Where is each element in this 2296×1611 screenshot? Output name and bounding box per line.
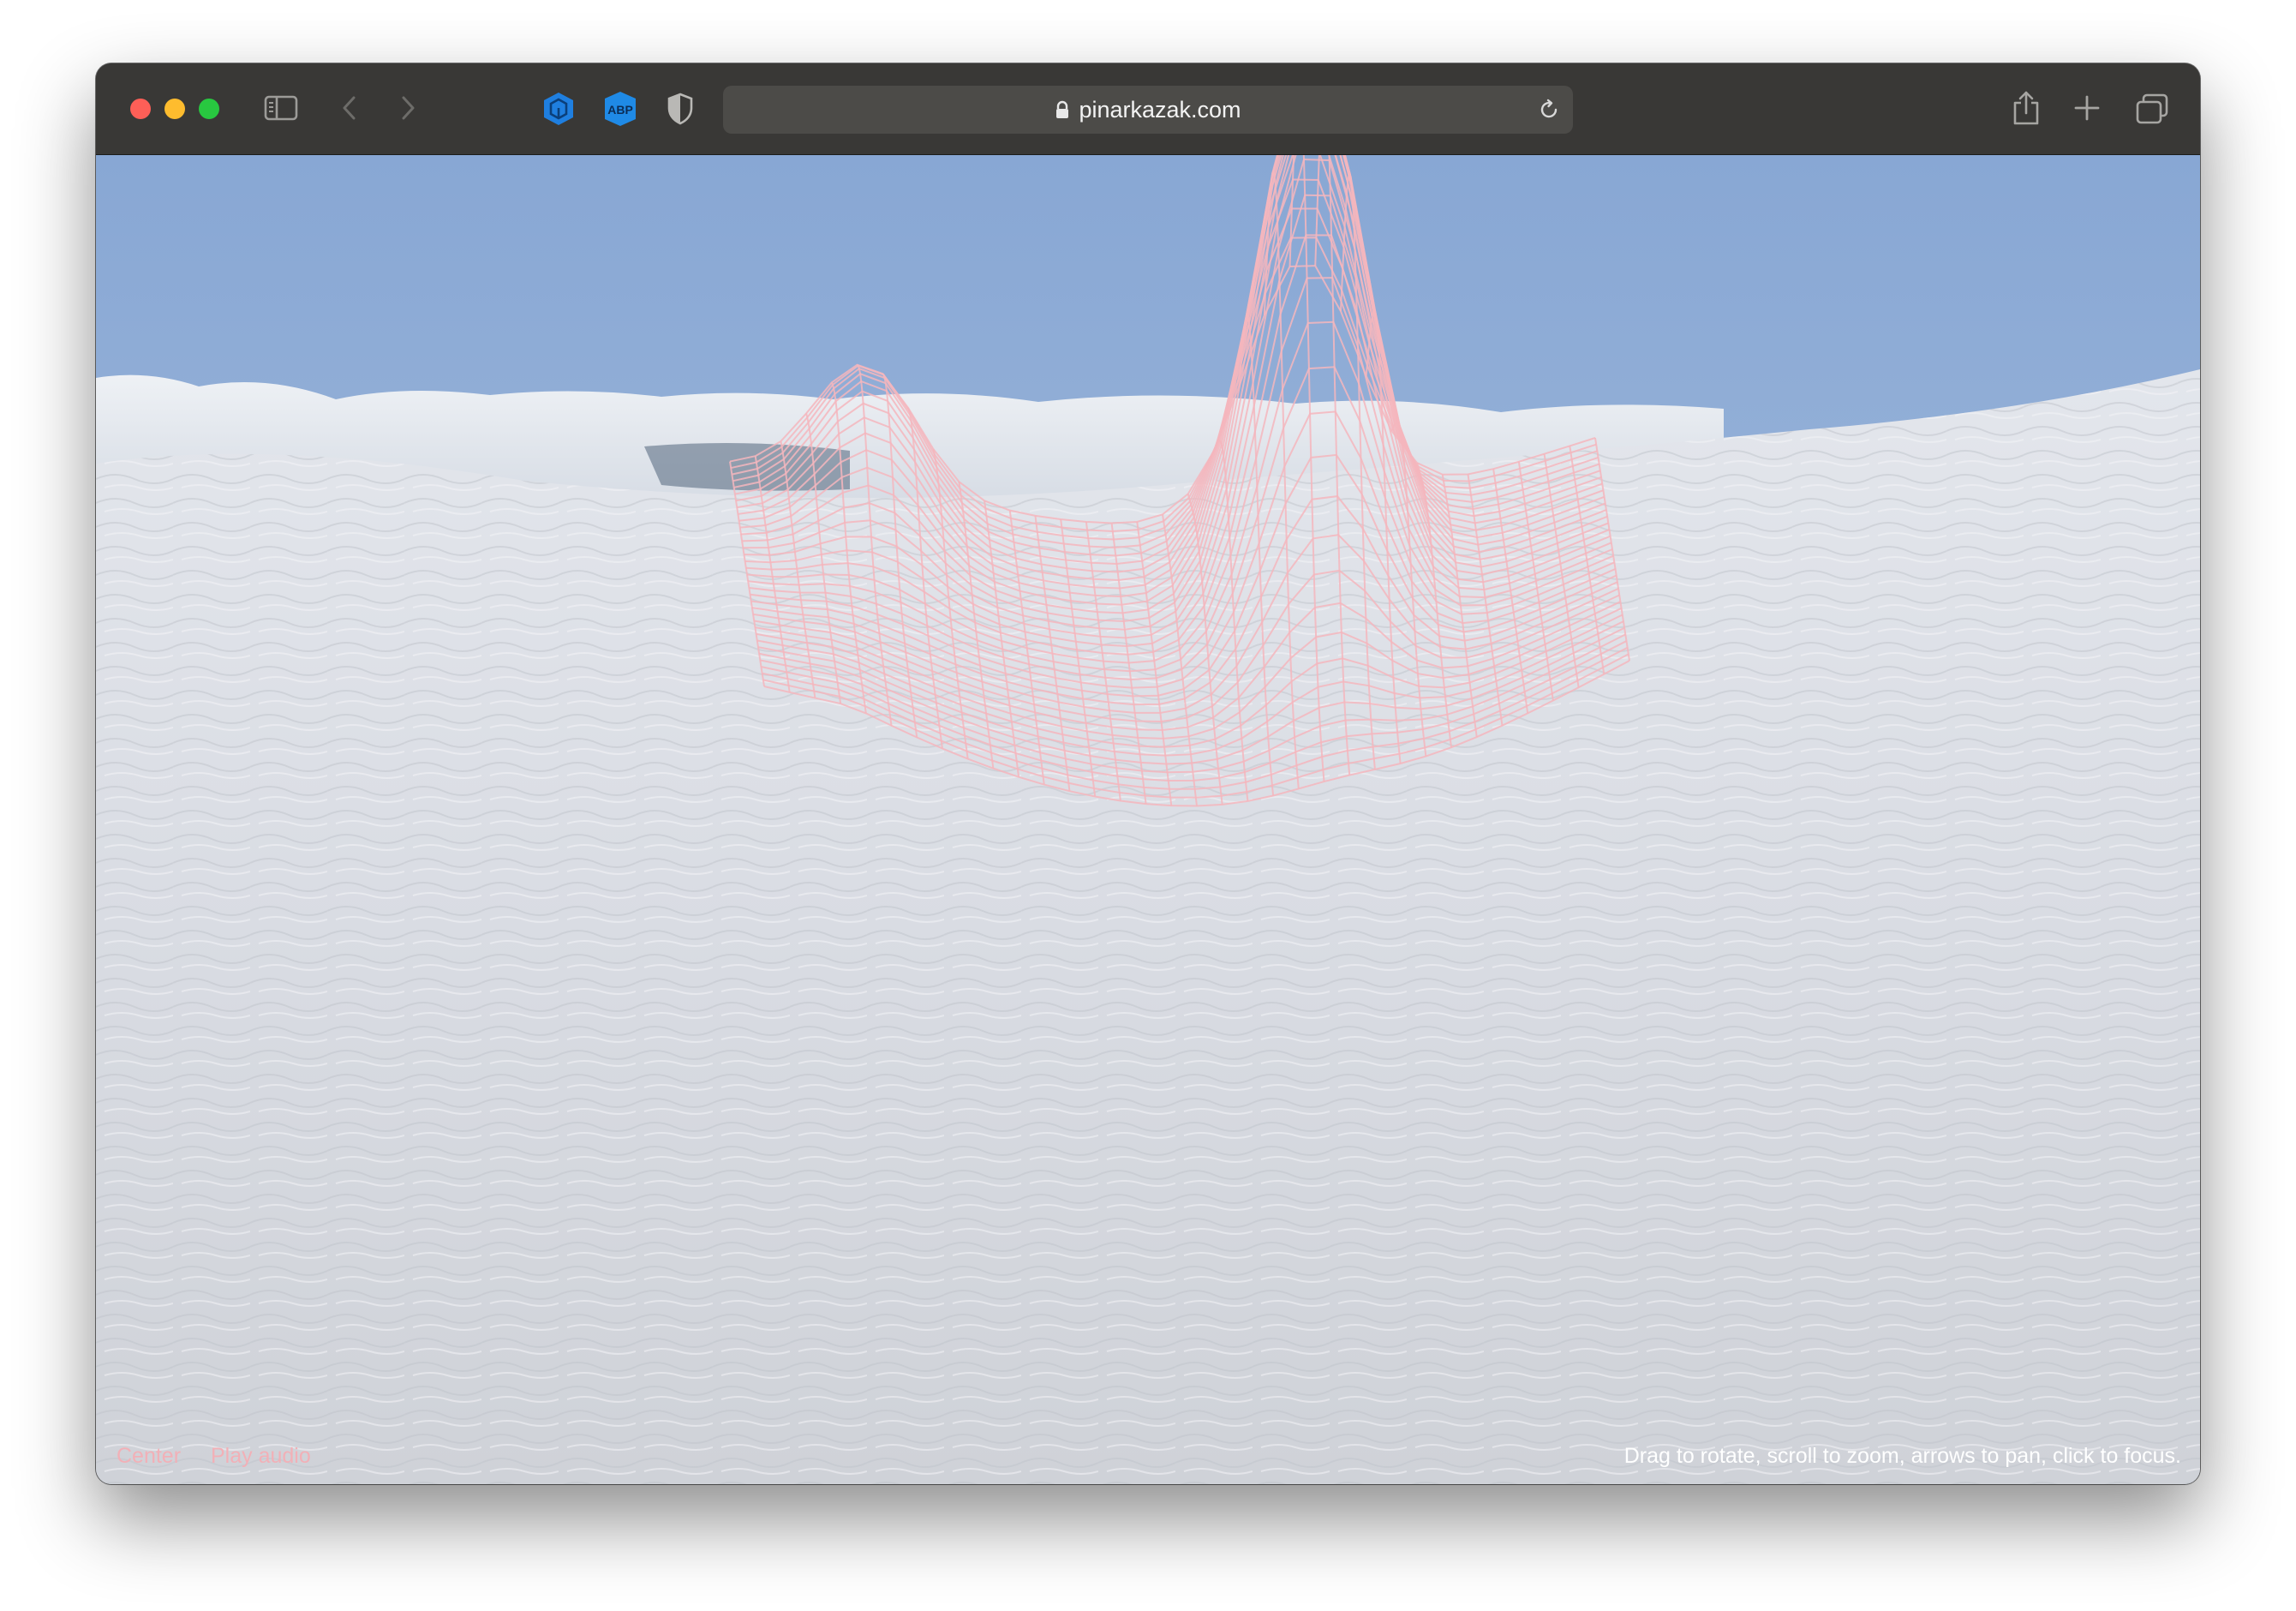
- browser-toolbar: ABP pinarkazak.com: [96, 63, 2200, 155]
- tab-overview-icon[interactable]: [2135, 93, 2169, 125]
- zoom-window-button[interactable]: [199, 99, 219, 119]
- center-link[interactable]: Center: [117, 1444, 181, 1468]
- distant-valley: [644, 443, 850, 491]
- navigation-instructions: Drag to rotate, scroll to zoom, arrows t…: [1623, 1444, 2181, 1468]
- minimize-window-button[interactable]: [164, 99, 185, 119]
- page-content[interactable]: Center Play audio Drag to rotate, scroll…: [96, 155, 2200, 1484]
- extension-hexagon-icon[interactable]: [541, 91, 576, 127]
- lock-icon: [1055, 100, 1070, 119]
- new-tab-icon[interactable]: [2073, 94, 2101, 122]
- privacy-shield-icon[interactable]: [667, 93, 694, 125]
- share-icon[interactable]: [2012, 89, 2041, 127]
- adblock-plus-icon[interactable]: ABP: [601, 90, 639, 128]
- play-audio-link[interactable]: Play audio: [211, 1444, 311, 1468]
- address-bar[interactable]: pinarkazak.com: [723, 86, 1573, 134]
- url-text: pinarkazak.com: [1079, 96, 1241, 123]
- browser-window: ABP pinarkazak.com Center Play audio Dra…: [96, 63, 2200, 1484]
- bottom-controls: Center Play audio: [117, 1444, 335, 1469]
- reload-icon[interactable]: [1537, 98, 1561, 126]
- forward-icon[interactable]: [398, 94, 418, 122]
- close-window-button[interactable]: [130, 99, 151, 119]
- adblock-label: ABP: [607, 103, 633, 117]
- back-icon[interactable]: [339, 94, 360, 122]
- panorama-scene[interactable]: [96, 155, 2200, 1484]
- snow-texture: [96, 369, 2200, 1484]
- sidebar-icon[interactable]: [264, 94, 298, 122]
